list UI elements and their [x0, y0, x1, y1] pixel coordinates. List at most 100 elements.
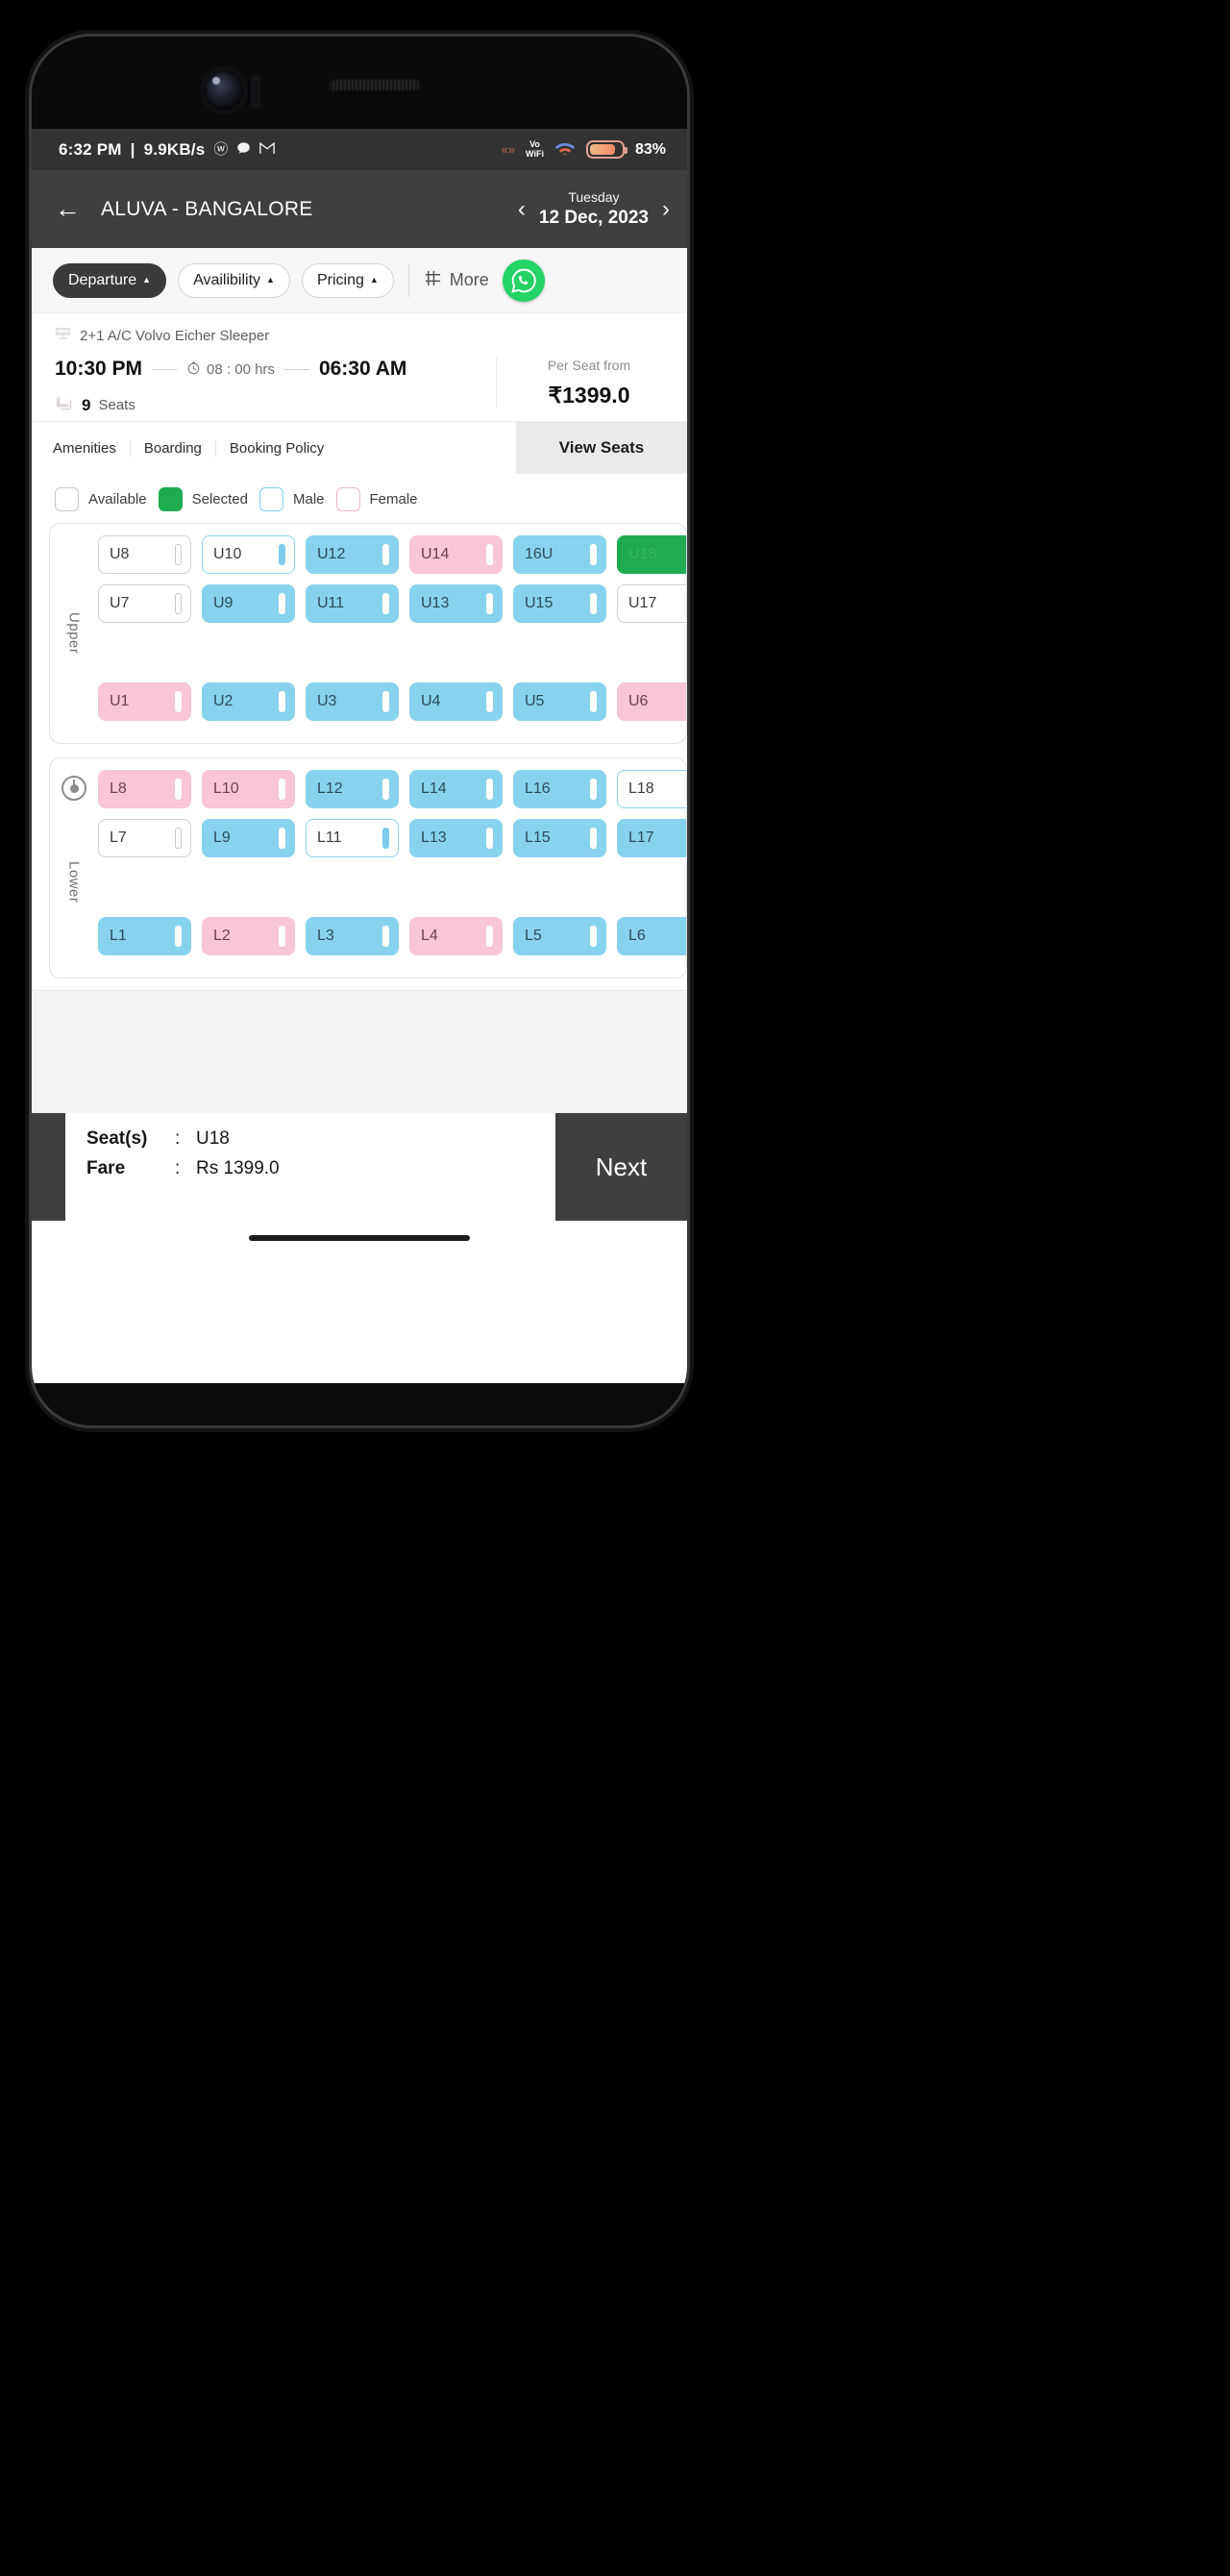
seat-U6[interactable]: U6: [617, 682, 686, 721]
filter-chip-pricing[interactable]: Pricing ▲: [301, 262, 394, 298]
seat-berth-icon: [382, 828, 389, 849]
seat-label: U18: [628, 546, 657, 562]
seat-L8[interactable]: L8: [98, 770, 191, 808]
fare-value: Rs 1399.0: [196, 1158, 280, 1178]
seat-U12[interactable]: U12: [306, 535, 399, 574]
legend-label-available: Available: [88, 491, 147, 508]
seat-L10[interactable]: L10: [202, 770, 295, 808]
seat-berth-icon: [486, 779, 493, 800]
seat-U17[interactable]: U17: [617, 584, 686, 623]
seat-label: U7: [110, 595, 130, 611]
status-time: 6:32 PM: [59, 139, 122, 159]
seat-U18[interactable]: U18: [617, 535, 686, 574]
seat-L3[interactable]: L3: [306, 917, 399, 955]
seat-L1[interactable]: L1: [98, 917, 191, 955]
seat-row: L1 L2 L3 L4 L5 L6: [98, 917, 686, 955]
seat-label: L7: [110, 830, 127, 846]
seat-L14[interactable]: L14: [409, 770, 503, 808]
price-value: ₹1399.0: [548, 383, 630, 408]
tab-boarding[interactable]: Boarding: [129, 439, 215, 457]
filter-chip-departure-label: Departure: [68, 271, 137, 288]
seat-L18[interactable]: L18: [617, 770, 686, 808]
seat-U13[interactable]: U13: [409, 584, 503, 623]
date-display[interactable]: Tuesday 12 Dec, 2023: [539, 188, 649, 230]
seats-available-count: 9: [82, 395, 91, 414]
tab-booking-policy[interactable]: Booking Policy: [214, 439, 337, 457]
seat-label: U11: [317, 595, 345, 611]
chevron-up-icon: ▲: [142, 275, 152, 285]
seat-row: L7 L9 L11 L13 L15 L17: [98, 819, 686, 857]
seat-L16[interactable]: L16: [513, 770, 606, 808]
seat-berth-icon: [279, 544, 285, 565]
seat-label: U2: [213, 693, 234, 709]
seat-U14[interactable]: U14: [409, 535, 503, 574]
more-filters-button[interactable]: More: [424, 269, 489, 292]
selected-seats-value: U18: [196, 1128, 230, 1149]
seat-L7[interactable]: L7: [98, 819, 191, 857]
deck-upper: Upper U8 U10 U12 U14 16U U18 U7 U9 U11 U13 U15 U17 U…: [49, 523, 687, 744]
android-nav-bar: [32, 1221, 687, 1255]
seat-label: L8: [110, 780, 127, 797]
whatsapp-button[interactable]: [502, 259, 545, 302]
seat-L17[interactable]: L17: [617, 819, 686, 857]
seat-label: L1: [110, 928, 127, 944]
seat-U4[interactable]: U4: [409, 682, 503, 721]
seat-L2[interactable]: L2: [202, 917, 295, 955]
back-button[interactable]: ←: [55, 196, 87, 222]
seat-berth-icon: [590, 544, 597, 565]
seat-label: L3: [317, 928, 334, 944]
chevron-up-icon: ▲: [266, 275, 275, 285]
previous-day-button[interactable]: ‹: [518, 196, 526, 223]
seat-U5[interactable]: U5: [513, 682, 606, 721]
earpiece-speaker: [329, 79, 421, 91]
seat-U1[interactable]: U1: [98, 682, 191, 721]
day-of-week: Tuesday: [568, 189, 620, 205]
seat-U2[interactable]: U2: [202, 682, 295, 721]
seat-16U[interactable]: 16U: [513, 535, 606, 574]
seat-U8[interactable]: U8: [98, 535, 191, 574]
bus-summary-card: 2+1 A/C Volvo Eicher Sleeper 10:30 PM 08…: [32, 313, 687, 421]
seat-U3[interactable]: U3: [306, 682, 399, 721]
seat-L12[interactable]: L12: [306, 770, 399, 808]
seat-berth-icon: [590, 779, 597, 800]
seat-U10[interactable]: U10: [202, 535, 295, 574]
seat-U15[interactable]: U15: [513, 584, 606, 623]
price-column: Per Seat from ₹1399.0: [496, 358, 664, 409]
seat-L6[interactable]: L6: [617, 917, 686, 955]
seat-U9[interactable]: U9: [202, 584, 295, 623]
seat-label: L10: [213, 780, 239, 797]
seat-L9[interactable]: L9: [202, 819, 295, 857]
legend-label-female: Female: [369, 491, 418, 508]
seat-L15[interactable]: L15: [513, 819, 606, 857]
seat-label: U10: [213, 546, 242, 562]
seat-L4[interactable]: L4: [409, 917, 503, 955]
seat-berth-icon: [382, 691, 389, 712]
filter-divider: [407, 263, 409, 297]
battery-percent: 83%: [634, 140, 666, 158]
selected-seats-colon: :: [175, 1128, 181, 1149]
next-day-button[interactable]: ›: [662, 196, 670, 223]
seat-L11[interactable]: L11: [306, 819, 399, 857]
status-bar: 6:32 PM | 9.9KB/s ⓦ «» Vo WiFi 83%: [32, 129, 687, 170]
legend-swatch-female: [335, 487, 360, 511]
seat-berth-icon: [175, 828, 182, 849]
tab-amenities[interactable]: Amenities: [53, 440, 130, 457]
seat-berth-icon: [279, 779, 285, 800]
seat-L13[interactable]: L13: [409, 819, 503, 857]
next-button[interactable]: Next: [555, 1113, 687, 1221]
tab-view-seats[interactable]: View Seats: [516, 422, 687, 474]
fare-key: Fare: [86, 1158, 126, 1178]
seat-U11[interactable]: U11: [306, 584, 399, 623]
timeline-dash: [283, 368, 309, 370]
seat-label: L15: [525, 830, 551, 846]
seat-berth-icon: [486, 828, 493, 849]
filter-chip-availibility[interactable]: Availibility ▲: [178, 262, 290, 298]
seat-U7[interactable]: U7: [98, 584, 191, 623]
seat-label: L2: [213, 928, 231, 944]
legend-label-male: Male: [292, 491, 325, 508]
seat-map: Upper U8 U10 U12 U14 16U U18 U7 U9 U11 U13 U15 U17 U…: [32, 523, 687, 990]
signal-icon: «»: [501, 142, 516, 157]
home-gesture-pill[interactable]: [249, 1235, 470, 1241]
seat-L5[interactable]: L5: [513, 917, 606, 955]
filter-chip-departure[interactable]: Departure ▲: [53, 262, 167, 298]
